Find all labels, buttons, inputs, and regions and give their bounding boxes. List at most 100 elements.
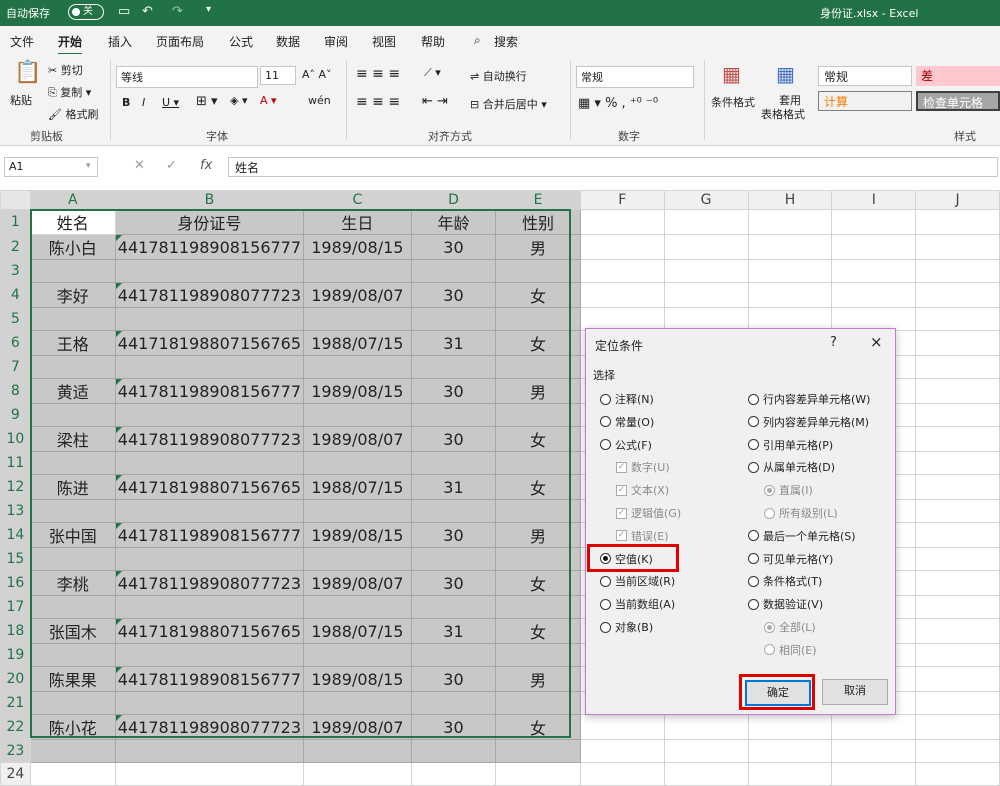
row-header[interactable]: 19 <box>0 643 31 667</box>
underline-icon[interactable]: U ▾ <box>162 96 179 109</box>
cut-button[interactable]: ✂ 剪切 <box>48 62 83 78</box>
column-header[interactable]: C <box>303 190 412 210</box>
autosave-toggle[interactable]: 关 <box>68 4 104 20</box>
cell[interactable]: 梁柱 <box>29 426 116 452</box>
cell[interactable] <box>915 259 1000 283</box>
tab-home[interactable]: 开始 <box>58 33 83 55</box>
save-icon[interactable]: ▭ <box>118 4 130 19</box>
cell[interactable]: 30 <box>410 234 497 260</box>
cell[interactable] <box>663 762 749 786</box>
cell[interactable] <box>663 209 749 235</box>
cell[interactable] <box>579 739 665 763</box>
cell[interactable] <box>663 739 749 763</box>
cell[interactable] <box>915 499 1000 523</box>
row-header[interactable]: 1 <box>0 209 31 235</box>
radio-right_options-9[interactable]: 数据验证(V) <box>748 596 823 612</box>
cell[interactable] <box>915 618 1000 644</box>
column-header[interactable]: I <box>831 190 917 210</box>
cell[interactable] <box>915 282 1000 308</box>
cell[interactable] <box>303 307 412 331</box>
cell[interactable]: 1989/08/15 <box>303 522 412 548</box>
cell[interactable] <box>915 547 1000 571</box>
radio-left_options-0[interactable]: 注释(N) <box>600 391 654 407</box>
row-header[interactable]: 16 <box>0 570 31 596</box>
cell[interactable] <box>410 499 497 523</box>
cell[interactable]: 陈小白 <box>29 234 116 260</box>
align-left-center-right-icons[interactable]: ≡ ≡ ≡ <box>356 94 400 110</box>
cell[interactable] <box>579 282 665 308</box>
row-header[interactable]: 5 <box>0 307 31 331</box>
cell[interactable]: 张中国 <box>29 522 116 548</box>
number-format-icons[interactable]: ▦ ▾ % , ⁺⁰ ⁻⁰ <box>578 96 658 111</box>
radio-right_options-1[interactable]: 列内容差异单元格(M) <box>748 414 869 430</box>
row-header[interactable]: 6 <box>0 330 31 356</box>
cell[interactable] <box>303 595 412 619</box>
cell[interactable] <box>663 234 749 260</box>
cell[interactable] <box>831 739 917 763</box>
cell[interactable]: 身份证号 <box>114 209 305 235</box>
select-all-corner[interactable] <box>0 190 31 210</box>
tab-view[interactable]: 视图 <box>372 33 396 50</box>
cell[interactable] <box>915 307 1000 331</box>
cell[interactable]: 女 <box>495 282 581 308</box>
row-header[interactable]: 10 <box>0 426 31 452</box>
cell[interactable] <box>915 691 1000 715</box>
cell[interactable] <box>29 259 116 283</box>
cell[interactable] <box>747 234 833 260</box>
cell[interactable]: 王格 <box>29 330 116 356</box>
radio-right_options-2[interactable]: 引用单元格(P) <box>748 437 833 453</box>
cell[interactable]: 姓名 <box>29 209 116 235</box>
cell[interactable]: 1989/08/07 <box>303 714 412 740</box>
row-header[interactable]: 14 <box>0 522 31 548</box>
cell[interactable]: 441781198908077723 <box>114 714 305 740</box>
cell[interactable]: 30 <box>410 714 497 740</box>
cell[interactable] <box>114 643 305 667</box>
cell[interactable] <box>29 691 116 715</box>
cell[interactable]: 441781198908156777 <box>114 378 305 404</box>
cell[interactable] <box>915 570 1000 596</box>
cell[interactable]: 李桃 <box>29 570 116 596</box>
row-header[interactable]: 3 <box>0 259 31 283</box>
cell[interactable]: 女 <box>495 330 581 356</box>
row-header[interactable]: 24 <box>0 762 31 786</box>
merge-center-button[interactable]: ⊟ 合并后居中 ▾ <box>470 96 547 112</box>
cell[interactable] <box>831 234 917 260</box>
cell[interactable] <box>303 403 412 427</box>
radio-left_options-2[interactable]: 公式(F) <box>600 437 652 453</box>
cell[interactable]: 1989/08/07 <box>303 426 412 452</box>
border-icon[interactable]: ⊞ ▾ <box>196 94 218 109</box>
cell[interactable]: 女 <box>495 714 581 740</box>
cell[interactable] <box>410 547 497 571</box>
cell[interactable] <box>29 739 116 763</box>
cell[interactable] <box>915 739 1000 763</box>
tab-review[interactable]: 审阅 <box>324 33 348 50</box>
cell[interactable]: 女 <box>495 618 581 644</box>
cell[interactable]: 女 <box>495 570 581 596</box>
cell[interactable]: 黄适 <box>29 378 116 404</box>
cell[interactable] <box>495 691 581 715</box>
cell[interactable] <box>915 234 1000 260</box>
cell[interactable] <box>114 307 305 331</box>
insert-function-icon[interactable]: fx <box>200 158 212 173</box>
name-box-dropdown-icon[interactable]: ▾ <box>86 161 91 171</box>
radio-left_options-10[interactable]: 对象(B) <box>600 619 653 635</box>
cell[interactable] <box>114 451 305 475</box>
cell[interactable] <box>747 282 833 308</box>
cell[interactable] <box>915 451 1000 475</box>
cell[interactable]: 1989/08/15 <box>303 378 412 404</box>
cell[interactable]: 1989/08/15 <box>303 234 412 260</box>
paste-icon[interactable]: 📋 <box>14 60 41 85</box>
cell[interactable] <box>747 714 833 740</box>
row-header[interactable]: 7 <box>0 355 31 379</box>
cell[interactable] <box>579 714 665 740</box>
cell[interactable]: 441718198807156765 <box>114 618 305 644</box>
column-header[interactable]: A <box>29 190 116 210</box>
cell[interactable] <box>410 403 497 427</box>
cell[interactable] <box>915 643 1000 667</box>
help-icon[interactable]: ? <box>830 335 837 350</box>
cell[interactable] <box>495 643 581 667</box>
radio-left_options-8[interactable]: 当前区域(R) <box>600 573 675 589</box>
number-format-select[interactable]: 常规 <box>576 66 694 88</box>
cell[interactable] <box>495 762 581 786</box>
italic-icon[interactable]: I <box>142 96 145 109</box>
